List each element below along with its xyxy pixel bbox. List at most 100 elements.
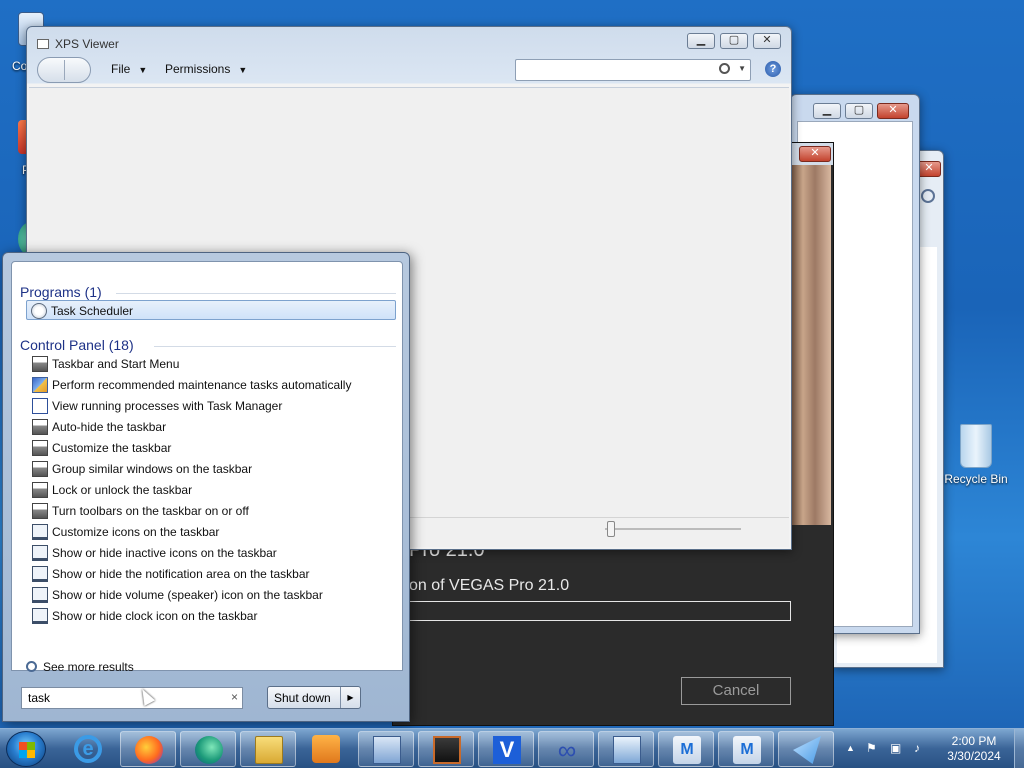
- monitor-app-icon: [433, 736, 461, 764]
- search-icon[interactable]: [921, 189, 935, 203]
- network-tool-icon: [373, 736, 401, 764]
- maximize-button[interactable]: ▢: [720, 33, 748, 49]
- help-icon[interactable]: ?: [765, 61, 781, 77]
- control-panel-item[interactable]: Lock or unlock the taskbar: [28, 480, 398, 500]
- taskbar-icon: [32, 503, 48, 519]
- programs-group-header[interactable]: Programs (1): [20, 284, 102, 300]
- installer-status-text: on of VEGAS Pro 21.0: [409, 577, 570, 594]
- zoom-slider-thumb[interactable]: [607, 521, 615, 537]
- window-title: XPS Viewer: [55, 37, 119, 51]
- taskbar-paper-plane[interactable]: [778, 731, 834, 767]
- display-settings-icon: [613, 736, 641, 764]
- taskbar-installer-m2[interactable]: M: [718, 731, 774, 767]
- search-icon[interactable]: [719, 63, 730, 74]
- close-button[interactable]: ✕: [877, 103, 909, 119]
- search-input[interactable]: ▼: [515, 59, 751, 81]
- system-clock[interactable]: 2:00 PM 3/30/2024: [936, 734, 1012, 764]
- install-progress-bar: [403, 601, 791, 621]
- permissions-menu-label: Permissions: [165, 62, 231, 76]
- taskbar-vegas[interactable]: V: [478, 731, 534, 767]
- shut-down-button[interactable]: Shut down ▶: [267, 686, 361, 709]
- volume-muted-icon[interactable]: ♪: [914, 741, 920, 755]
- result-label: Show or hide clock icon on the taskbar: [52, 609, 258, 623]
- zoom-slider-track[interactable]: [605, 528, 741, 530]
- close-button[interactable]: ✕: [799, 146, 831, 162]
- taskbar-file-explorer[interactable]: [240, 731, 296, 767]
- close-button[interactable]: ✕: [753, 33, 781, 49]
- edge-icon: [195, 736, 223, 764]
- result-label: Customize icons on the taskbar: [52, 525, 220, 539]
- taskbar-network-tool[interactable]: [358, 731, 414, 767]
- control-panel-item[interactable]: Show or hide volume (speaker) icon on th…: [28, 585, 398, 605]
- result-label: Task Scheduler: [51, 304, 134, 318]
- divider: [154, 346, 396, 347]
- control-panel-item[interactable]: Turn toolbars on the taskbar on or off: [28, 501, 398, 521]
- shut-down-label: Shut down: [274, 691, 331, 705]
- show-hidden-icons[interactable]: ▲: [846, 743, 855, 753]
- taskbar-firefox[interactable]: [120, 731, 176, 767]
- control-panel-item[interactable]: Taskbar and Start Menu: [28, 354, 398, 374]
- permissions-menu[interactable]: Permissions ▼: [165, 62, 247, 76]
- file-menu[interactable]: File ▼: [111, 62, 147, 76]
- action-center-flag-icon[interactable]: ⚑: [866, 741, 877, 755]
- taskbar-media-player[interactable]: [298, 731, 354, 767]
- clear-search-icon[interactable]: ×: [231, 690, 238, 704]
- control-panel-item[interactable]: Group similar windows on the taskbar: [28, 459, 398, 479]
- network-icon[interactable]: ▣: [890, 741, 901, 755]
- start-search-box[interactable]: ×: [21, 687, 243, 709]
- divider: [116, 293, 396, 294]
- installer-m-icon: M: [673, 736, 701, 764]
- media-player-icon: [312, 735, 340, 763]
- control-panel-item[interactable]: Auto-hide the taskbar: [28, 417, 398, 437]
- paper-plane-icon: [793, 736, 821, 764]
- control-panel-item[interactable]: Customize the taskbar: [28, 438, 398, 458]
- search-input[interactable]: [22, 688, 218, 708]
- taskbar-display-settings[interactable]: [598, 731, 654, 767]
- control-panel-item[interactable]: View running processes with Task Manager: [28, 396, 398, 416]
- search-results-panel: Programs (1) Task Scheduler Control Pane…: [11, 261, 403, 674]
- file-explorer-icon: [255, 736, 283, 764]
- result-label: View running processes with Task Manager: [52, 399, 283, 413]
- program-task-scheduler[interactable]: Task Scheduler: [26, 300, 396, 320]
- installer-banner-image: [791, 165, 831, 525]
- task-manager-icon: [32, 398, 48, 414]
- installer-m2-icon: M: [733, 736, 761, 764]
- control-panel-item[interactable]: Customize icons on the taskbar: [28, 522, 398, 542]
- recycle-bin-label: Recycle Bin: [944, 472, 1008, 486]
- minimize-button[interactable]: ▁: [813, 103, 841, 119]
- see-more-results-link[interactable]: See more results: [26, 660, 134, 674]
- control-panel-group-header[interactable]: Control Panel (18): [20, 337, 134, 353]
- monitor-icon: [32, 608, 48, 624]
- control-panel-item[interactable]: Show or hide the notification area on th…: [28, 564, 398, 584]
- taskbar-infinity-app[interactable]: ∞: [538, 731, 594, 767]
- recycle-bin[interactable]: Recycle Bin: [938, 424, 1014, 486]
- firefox-icon: [135, 736, 163, 764]
- cancel-button[interactable]: Cancel: [681, 677, 791, 705]
- close-button[interactable]: ✕: [917, 161, 941, 177]
- result-label: Show or hide inactive icons on the taskb…: [52, 546, 277, 560]
- control-panel-item[interactable]: Show or hide clock icon on the taskbar: [28, 606, 398, 626]
- start-menu[interactable]: Programs (1) Task Scheduler Control Pane…: [2, 252, 410, 722]
- taskbar-monitor-app[interactable]: [418, 731, 474, 767]
- maximize-button[interactable]: ▢: [845, 103, 873, 119]
- control-panel-item[interactable]: Perform recommended maintenance tasks au…: [28, 375, 398, 395]
- taskbar-internet-explorer[interactable]: e: [60, 731, 116, 767]
- chevron-down-icon: ▼: [138, 65, 148, 75]
- vegas-v-icon: V: [493, 736, 521, 764]
- taskbar-edge[interactable]: [180, 731, 236, 767]
- recycle-bin-icon: [960, 424, 992, 468]
- taskbar-installer-m[interactable]: M: [658, 731, 714, 767]
- back-forward-buttons[interactable]: [37, 57, 91, 83]
- chevron-down-icon[interactable]: ▼: [738, 64, 746, 73]
- taskbar-icon: [32, 419, 48, 435]
- control-panel-item[interactable]: Show or hide inactive icons on the taskb…: [28, 543, 398, 563]
- start-button[interactable]: [6, 731, 46, 767]
- result-label: Taskbar and Start Menu: [52, 357, 180, 371]
- infinity-icon: ∞: [557, 735, 577, 765]
- result-label: Show or hide the notification area on th…: [52, 567, 310, 581]
- monitor-icon: [32, 566, 48, 582]
- minimize-button[interactable]: ▁: [687, 33, 715, 49]
- show-desktop-button[interactable]: [1014, 729, 1024, 768]
- chevron-right-icon[interactable]: ▶: [340, 687, 360, 708]
- xps-toolbar: File ▼ Permissions ▼ ▼ ?: [33, 57, 785, 85]
